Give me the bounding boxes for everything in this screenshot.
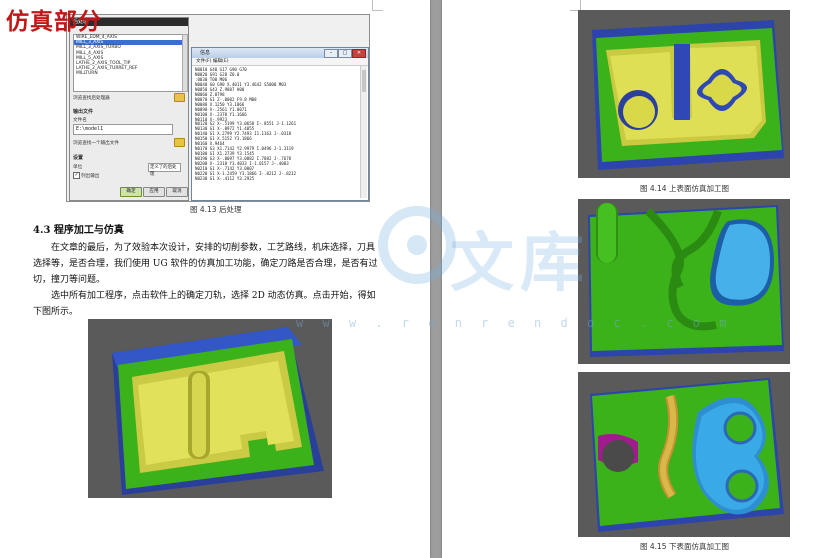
output-section-label: 输出文件 — [73, 109, 94, 115]
simulation-render-top-1 — [578, 10, 790, 178]
section-heading: 4.3 程序加工与仿真 — [33, 225, 124, 236]
figure-caption-4-14: 图 4.14 上表面仿真加工图 — [640, 184, 729, 193]
postprocess-dialog: 后处理 WIRE_EDM_4_AXIS MILL_3_AXIS MILL_3_AXI… — [69, 17, 189, 201]
page-corner-mark — [372, 0, 383, 11]
browse-output-label: 浏览查找一个输出文件 — [73, 141, 119, 146]
minimize-icon[interactable]: – — [324, 49, 338, 58]
watermark-glyph-1: 文 — [450, 226, 514, 301]
paragraph-1: 在文章的最后，为了效验本次设计，安排的切削参数，工艺路线，机床选择，刀具选择等，… — [33, 243, 378, 285]
info-window-scrollbar[interactable] — [360, 66, 367, 198]
browse-post-label: 浏览查找后处理器 — [73, 96, 110, 101]
document-page-left: 仿真部分 后处理 WIRE_EDM_4_AXIS MILL_3_AXIS MILL_… — [0, 0, 430, 558]
postprocess-screenshot: 后处理 WIRE_EDM_4_AXIS MILL_3_AXIS MILL_3_AXI… — [66, 14, 370, 202]
close-icon[interactable]: ✕ — [352, 49, 366, 58]
nc-code-listing: N0010 G40 G17 G90 G70 N0020 G91 G28 Z0.0:… — [195, 67, 355, 182]
info-window-menubar[interactable]: 文件(F) 编辑(E) — [192, 58, 368, 66]
postprocessor-list[interactable]: WIRE_EDM_4_AXIS MILL_3_AXIS MILL_3_AXIS_TU… — [73, 34, 183, 92]
simulation-render-bottom — [578, 372, 790, 537]
apply-button[interactable]: 应用 — [143, 187, 165, 197]
browse-post-folder-icon[interactable] — [174, 93, 185, 102]
watermark-glyph-2: 库 — [520, 226, 584, 301]
figure-caption-4-15: 图 4.15 下表面仿真加工图 — [640, 542, 729, 551]
simulation-render-top-2 — [578, 199, 790, 364]
info-window-titlebar: 信息 – □ ✕ — [192, 48, 368, 58]
list-output-checkbox[interactable]: ✓ — [73, 172, 80, 179]
nc-code-line: N0230 G1 X-.4112 Y3.2925 — [195, 175, 255, 181]
cancel-button[interactable]: 取消 — [166, 187, 188, 197]
info-window: 信息 – □ ✕ 文件(F) 编辑(E) N0010 G40 G17 G90 G… — [191, 47, 369, 201]
watermark-logo-circle — [372, 200, 462, 306]
info-window-title: 信息 — [200, 50, 211, 56]
browse-output-folder-icon[interactable] — [174, 138, 185, 147]
postprocessor-item[interactable]: MILLTURN — [74, 71, 182, 76]
list-scrollbar[interactable] — [182, 34, 188, 92]
settings-section-label: 设置 — [73, 155, 84, 161]
watermark-site: w w w . r e n r e n d o c . c o m — [296, 316, 733, 330]
figure-caption-4-13: 图 4.13 后处理 — [190, 205, 242, 214]
unit-label: 单位 — [73, 165, 83, 170]
watermark-title: 仿真部分 — [6, 8, 102, 35]
simulation-render-left — [88, 319, 332, 498]
filename-input[interactable]: E:\model1 — [73, 124, 173, 135]
maximize-icon[interactable]: □ — [338, 49, 352, 58]
unit-select[interactable]: 定义了的后处理 — [148, 163, 181, 177]
list-output-label: 列出输出 — [81, 174, 100, 179]
ok-button[interactable]: 确定 — [120, 187, 142, 197]
filename-label: 文件名 — [73, 118, 87, 123]
